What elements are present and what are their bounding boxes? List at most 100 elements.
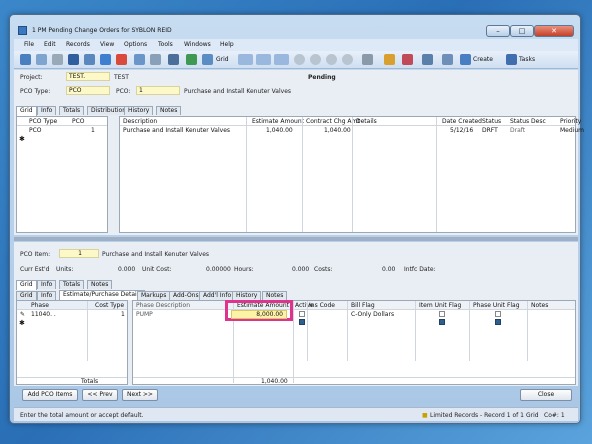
lookup-icon[interactable] [442,54,453,65]
col-header-phase-description[interactable]: Phase Description [136,302,190,309]
cell-pco[interactable]: 1 [91,127,95,134]
menu-records[interactable]: Records [66,41,90,48]
menu-windows[interactable]: Windows [184,41,211,48]
undo-icon[interactable] [100,54,111,65]
next-button[interactable]: Next >> [122,389,158,401]
tasks-dropdown[interactable]: Tasks [519,56,535,63]
menu-help[interactable]: Help [220,41,234,48]
splitter[interactable] [14,237,578,241]
cell-description[interactable]: Purchase and Install Kenuter Valves [123,127,230,134]
cell-bill-flag[interactable]: C-Only Dollars [351,311,394,318]
open-icon[interactable] [36,54,47,65]
active-checkbox[interactable] [299,311,305,317]
tab-totals-top[interactable]: Totals [59,106,85,115]
close-window-button[interactable]: ✕ [534,25,574,37]
close-button[interactable]: Close [520,389,572,401]
col-header-details[interactable]: Details [356,118,377,125]
prev-button[interactable]: << Prev [82,389,118,401]
tab-notes-mid[interactable]: Notes [87,280,113,289]
col-header-phase[interactable]: Phase [31,302,49,309]
col-header-bill-flag[interactable]: Bill Flag [351,302,375,309]
phase-unit-new-checkbox[interactable] [495,319,501,325]
cell-contract-chg-amt[interactable]: 1,040.00 [324,127,351,134]
next-record-icon[interactable] [326,54,337,65]
tab-notes-top[interactable]: Notes [156,106,182,115]
cell-status[interactable]: DRFT [482,127,498,134]
col-header-phase-unit-flag[interactable]: Phase Unit Flag [473,302,520,309]
create-icon[interactable] [460,54,471,65]
cell-pco-type[interactable]: PCO [29,127,42,134]
layout-3-icon[interactable] [274,54,289,65]
tab-info-bottom[interactable]: Info [37,291,57,300]
new-icon[interactable] [20,54,31,65]
save-icon[interactable] [68,54,79,65]
last-record-icon[interactable] [342,54,353,65]
col-header-status[interactable]: Status [482,118,501,125]
cell-date-created[interactable]: 5/12/16 [450,127,473,134]
cell-status-desc[interactable]: Draft [510,127,525,134]
col-header-cost-type[interactable]: Cost Type [95,302,124,309]
cut-icon[interactable] [84,54,95,65]
tab-grid-mid[interactable]: Grid [16,280,37,290]
col-header-pco-type[interactable]: PCO Type [29,118,57,125]
tab-add-ons[interactable]: Add-Ons [169,291,203,300]
menu-options[interactable]: Options [124,41,147,48]
tab-notes-bottom[interactable]: Notes [262,291,288,300]
tab-grid-top[interactable]: Grid [16,106,37,116]
tasks-icon[interactable] [506,54,517,65]
tab-info-top[interactable]: Info [37,106,57,115]
col-header-ins-code[interactable]: Ins Code [309,302,335,309]
cell-estimate-amount[interactable]: 1,040.00 [266,127,293,134]
grid-dropdown[interactable]: Grid [216,56,229,63]
phase-unit-flag-checkbox[interactable] [495,311,501,317]
create-dropdown[interactable]: Create [473,56,493,63]
cell-priority[interactable]: Medium [560,127,584,134]
cell-cost-type[interactable]: 1 [121,311,125,318]
check-icon[interactable] [186,54,197,65]
minimize-button[interactable]: – [486,25,510,37]
tab-info-mid[interactable]: Info [37,280,57,289]
pco-item-field[interactable]: 1 [59,249,99,258]
print-icon[interactable] [52,54,63,65]
tab-history-bottom[interactable]: History [232,291,262,300]
menu-file[interactable]: File [24,41,34,48]
col-header-date-created[interactable]: Date Created [442,118,482,125]
col-header-notes[interactable]: Notes [531,302,548,309]
tab-estimate-purchase-details[interactable]: Estimate/Purchase Details [59,290,146,300]
tab-markups[interactable]: Markups [137,291,171,300]
item-unit-new-checkbox[interactable] [439,319,445,325]
col-header-item-unit-flag[interactable]: Item Unit Flag [419,302,461,309]
active-new-checkbox[interactable] [299,319,305,325]
menu-tools[interactable]: Tools [158,41,173,48]
first-record-icon[interactable] [294,54,305,65]
grid-view-icon[interactable] [202,54,213,65]
estimate-amount-input[interactable]: 8,000.00 [231,310,287,319]
link-icon[interactable] [362,54,373,65]
users-icon[interactable] [384,54,395,65]
filter-icon[interactable] [168,54,179,65]
col-header-estimate-amount[interactable]: Estimate Amount [252,118,304,125]
prev-record-icon[interactable] [310,54,321,65]
pco-type-field[interactable]: PCO [66,86,110,95]
report-icon[interactable] [402,54,413,65]
edit-icon[interactable] [422,54,433,65]
layout-2-icon[interactable] [256,54,271,65]
col-header-status-desc[interactable]: Status Desc [510,118,546,125]
menu-view[interactable]: View [100,41,114,48]
menu-edit[interactable]: Edit [44,41,56,48]
item-unit-flag-checkbox[interactable] [439,311,445,317]
col-header-description[interactable]: Description [123,118,157,125]
tab-addl-info[interactable]: Add'l Info [199,291,236,300]
cell-phase-description[interactable]: PUMP [136,311,153,318]
maximize-button[interactable]: □ [510,25,534,37]
calculator-icon[interactable] [134,54,145,65]
add-pco-items-button[interactable]: Add PCO Items [22,389,78,401]
col-header-pco[interactable]: PCO [72,118,85,125]
pco-field[interactable]: 1 [136,86,180,95]
tab-grid-bottom[interactable]: Grid [16,291,37,300]
project-field[interactable]: TEST. [66,72,110,81]
cell-phase[interactable]: 11040. . [31,311,56,318]
layout-1-icon[interactable] [238,54,253,65]
tab-history-top[interactable]: History [124,106,154,115]
attach-icon[interactable] [150,54,161,65]
